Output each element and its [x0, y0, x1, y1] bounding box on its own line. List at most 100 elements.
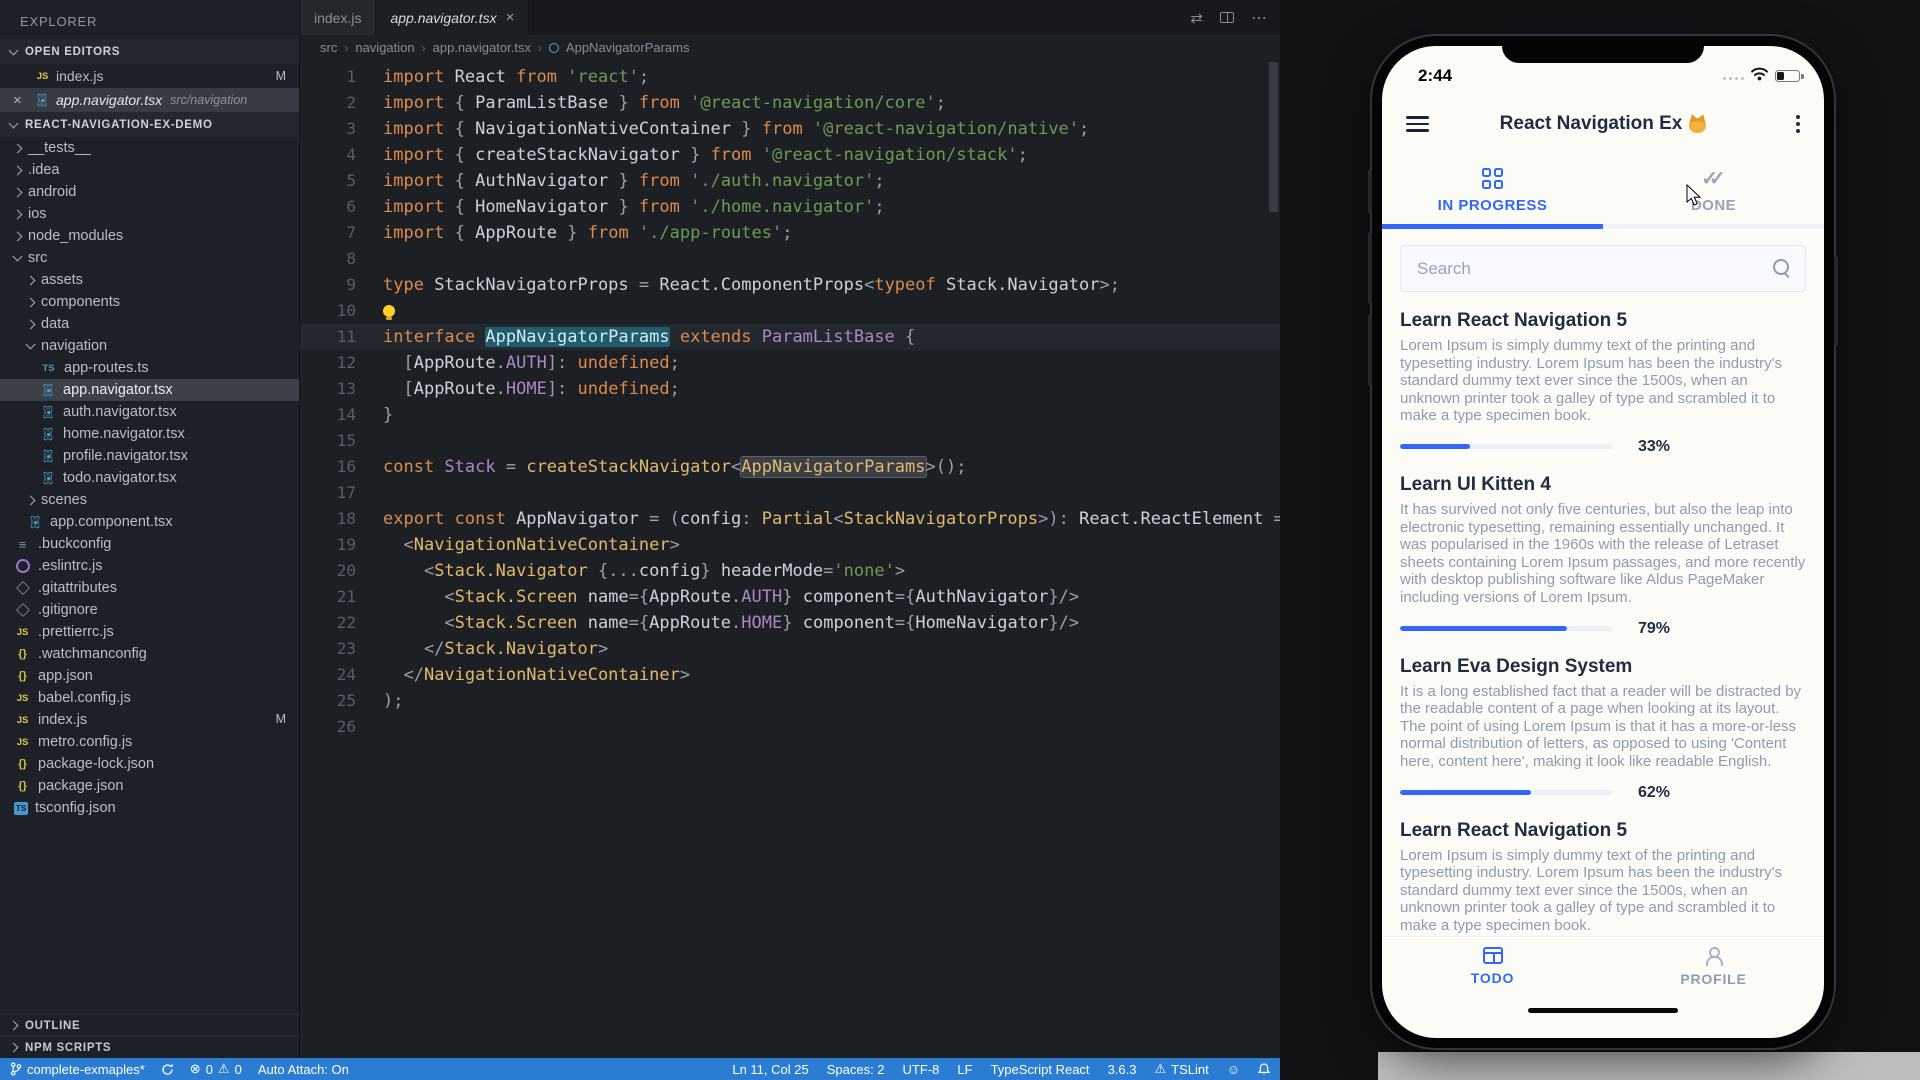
search-input[interactable]: [1401, 246, 1805, 291]
tree-item[interactable]: components: [0, 291, 299, 313]
breadcrumb[interactable]: src › navigation › app.navigator.tsx › A…: [300, 35, 1280, 60]
code-line[interactable]: 14}: [300, 402, 1280, 428]
tree-item[interactable]: .gitattributes: [0, 577, 299, 599]
code-line[interactable]: 19 <NavigationNativeContainer>: [300, 532, 1280, 558]
code-line[interactable]: 9type StackNavigatorProps = React.Compon…: [300, 272, 1280, 298]
tree-item[interactable]: android: [0, 181, 299, 203]
code-line[interactable]: 1import React from 'react';: [300, 64, 1280, 90]
tree-item[interactable]: app.navigator.tsx: [0, 379, 299, 401]
code-line[interactable]: 23 </Stack.Navigator>: [300, 636, 1280, 662]
outline-section[interactable]: OUTLINE: [0, 1014, 299, 1036]
lightbulb-icon[interactable]: [383, 305, 395, 317]
problems-status[interactable]: ⊗ 0 ⚠ 0: [190, 1061, 242, 1077]
code-line[interactable]: 18export const AppNavigator = (config: P…: [300, 506, 1280, 532]
breadcrumb-item[interactable]: navigation: [355, 40, 414, 55]
project-header[interactable]: REACT-NAVIGATION-EX-DEMO: [0, 112, 299, 137]
tree-item[interactable]: ios: [0, 203, 299, 225]
tree-item[interactable]: .idea: [0, 159, 299, 181]
search-box[interactable]: [1400, 245, 1806, 292]
code-line[interactable]: 4import { createStackNavigator } from '@…: [300, 142, 1280, 168]
code-line[interactable]: 22 <Stack.Screen name={AppRoute.HOME} co…: [300, 610, 1280, 636]
tree-item[interactable]: scenes: [0, 489, 299, 511]
tree-item[interactable]: TSapp-routes.ts: [0, 357, 299, 379]
more-actions-icon[interactable]: ⋯: [1251, 8, 1268, 28]
git-branch-status[interactable]: complete-exmaples*: [10, 1062, 145, 1077]
code-line[interactable]: 16const Stack = createStackNavigator<App…: [300, 454, 1280, 480]
language-mode[interactable]: TypeScript React: [991, 1062, 1090, 1077]
tab-in-progress[interactable]: IN PROGRESS: [1382, 152, 1603, 224]
tree-item[interactable]: app.component.tsx: [0, 511, 299, 533]
breadcrumb-symbol[interactable]: AppNavigatorParams: [566, 40, 690, 55]
encoding[interactable]: UTF-8: [903, 1062, 940, 1077]
tree-item[interactable]: {}app.json: [0, 665, 299, 687]
tree-item[interactable]: assets: [0, 269, 299, 291]
tslint-status[interactable]: ⚠ TSLint: [1154, 1061, 1208, 1077]
code-line[interactable]: 12 [AppRoute.AUTH]: undefined;: [300, 350, 1280, 376]
split-editor-icon[interactable]: [1220, 12, 1234, 23]
tree-item[interactable]: JSmetro.config.js: [0, 731, 299, 753]
code-line[interactable]: 5import { AuthNavigator } from './auth.n…: [300, 168, 1280, 194]
code-line[interactable]: 6import { HomeNavigator } from './home.n…: [300, 194, 1280, 220]
todo-item[interactable]: Learn React Navigation 5Lorem Ipsum is s…: [1400, 820, 1806, 937]
tree-item[interactable]: auth.navigator.tsx: [0, 401, 299, 423]
open-editors-header[interactable]: OPEN EDITORS: [0, 39, 299, 64]
bottom-tab-todo[interactable]: TODO: [1382, 937, 1603, 996]
code-line[interactable]: 3import { NavigationNativeContainer } fr…: [300, 116, 1280, 142]
code-line[interactable]: 2import { ParamListBase } from '@react-n…: [300, 90, 1280, 116]
code-line[interactable]: 20 <Stack.Navigator {...config} headerMo…: [300, 558, 1280, 584]
tree-item[interactable]: {}package-lock.json: [0, 753, 299, 775]
tree-item[interactable]: __tests__: [0, 137, 299, 159]
open-changes-icon[interactable]: ⇄: [1190, 9, 1203, 27]
tree-item[interactable]: node_modules: [0, 225, 299, 247]
breadcrumb-item[interactable]: app.navigator.tsx: [433, 40, 531, 55]
tree-item[interactable]: navigation: [0, 335, 299, 357]
eol-sequence[interactable]: LF: [957, 1062, 972, 1077]
tree-item[interactable]: JS.prettierrc.js: [0, 621, 299, 643]
editor-scrollbar[interactable]: [1269, 62, 1278, 212]
code-line[interactable]: 25);: [300, 688, 1280, 714]
tree-item[interactable]: TStsconfig.json: [0, 797, 299, 819]
close-icon[interactable]: ×: [13, 93, 22, 108]
feedback-smiley-icon[interactable]: ☺: [1227, 1062, 1240, 1077]
indentation[interactable]: Spaces: 2: [827, 1062, 885, 1077]
open-editor-item[interactable]: ×app.navigator.tsxsrc/navigation: [0, 88, 299, 112]
code-line[interactable]: 11interface AppNavigatorParams extends P…: [300, 324, 1280, 350]
code-line[interactable]: 13 [AppRoute.HOME]: undefined;: [300, 376, 1280, 402]
todo-item[interactable]: Learn React Navigation 5Lorem Ipsum is s…: [1400, 310, 1806, 456]
close-icon[interactable]: ×: [506, 9, 515, 26]
tree-item[interactable]: JSbabel.config.js: [0, 687, 299, 709]
code-line[interactable]: 15: [300, 428, 1280, 454]
tab-app-navigator[interactable]: app.navigator.tsx ×: [376, 0, 529, 35]
tree-item[interactable]: todo.navigator.tsx: [0, 467, 299, 489]
home-indicator[interactable]: [1528, 1008, 1678, 1013]
tab-index-js[interactable]: index.js: [300, 0, 376, 35]
breadcrumb-item[interactable]: src: [320, 40, 337, 55]
npm-scripts-section[interactable]: NPM SCRIPTS: [0, 1036, 299, 1058]
code-line[interactable]: 17: [300, 480, 1280, 506]
notifications-bell-icon[interactable]: [1258, 1063, 1270, 1076]
code-line[interactable]: 7import { AppRoute } from './app-routes'…: [300, 220, 1280, 246]
typescript-version[interactable]: 3.6.3: [1108, 1062, 1137, 1077]
tree-item[interactable]: profile.navigator.tsx: [0, 445, 299, 467]
todo-item[interactable]: Learn UI Kitten 4It has survived not onl…: [1400, 474, 1806, 638]
sync-status[interactable]: [161, 1063, 174, 1076]
tab-done[interactable]: ✓✓ DONE: [1603, 152, 1824, 224]
tree-item[interactable]: .eslintrc.js: [0, 555, 299, 577]
code-line[interactable]: 26: [300, 714, 1280, 740]
cursor-position[interactable]: Ln 11, Col 25: [732, 1062, 808, 1077]
tree-item[interactable]: ≡.buckconfig: [0, 533, 299, 555]
code-line[interactable]: 10: [300, 298, 1280, 324]
auto-attach-status[interactable]: Auto Attach: On: [258, 1062, 349, 1077]
code-line[interactable]: 24 </NavigationNativeContainer>: [300, 662, 1280, 688]
code-editor[interactable]: 1import React from 'react';2import { Par…: [300, 60, 1280, 740]
open-editor-item[interactable]: JSindex.jsM: [0, 64, 299, 88]
tree-item[interactable]: JSindex.jsM: [0, 709, 299, 731]
tree-item[interactable]: data: [0, 313, 299, 335]
tree-item[interactable]: .gitignore: [0, 599, 299, 621]
bottom-tab-profile[interactable]: PROFILE: [1603, 937, 1824, 996]
code-line[interactable]: 21 <Stack.Screen name={AppRoute.AUTH} co…: [300, 584, 1280, 610]
tree-item[interactable]: home.navigator.tsx: [0, 423, 299, 445]
tree-item[interactable]: {}.watchmanconfig: [0, 643, 299, 665]
tree-item[interactable]: {}package.json: [0, 775, 299, 797]
code-line[interactable]: 8: [300, 246, 1280, 272]
